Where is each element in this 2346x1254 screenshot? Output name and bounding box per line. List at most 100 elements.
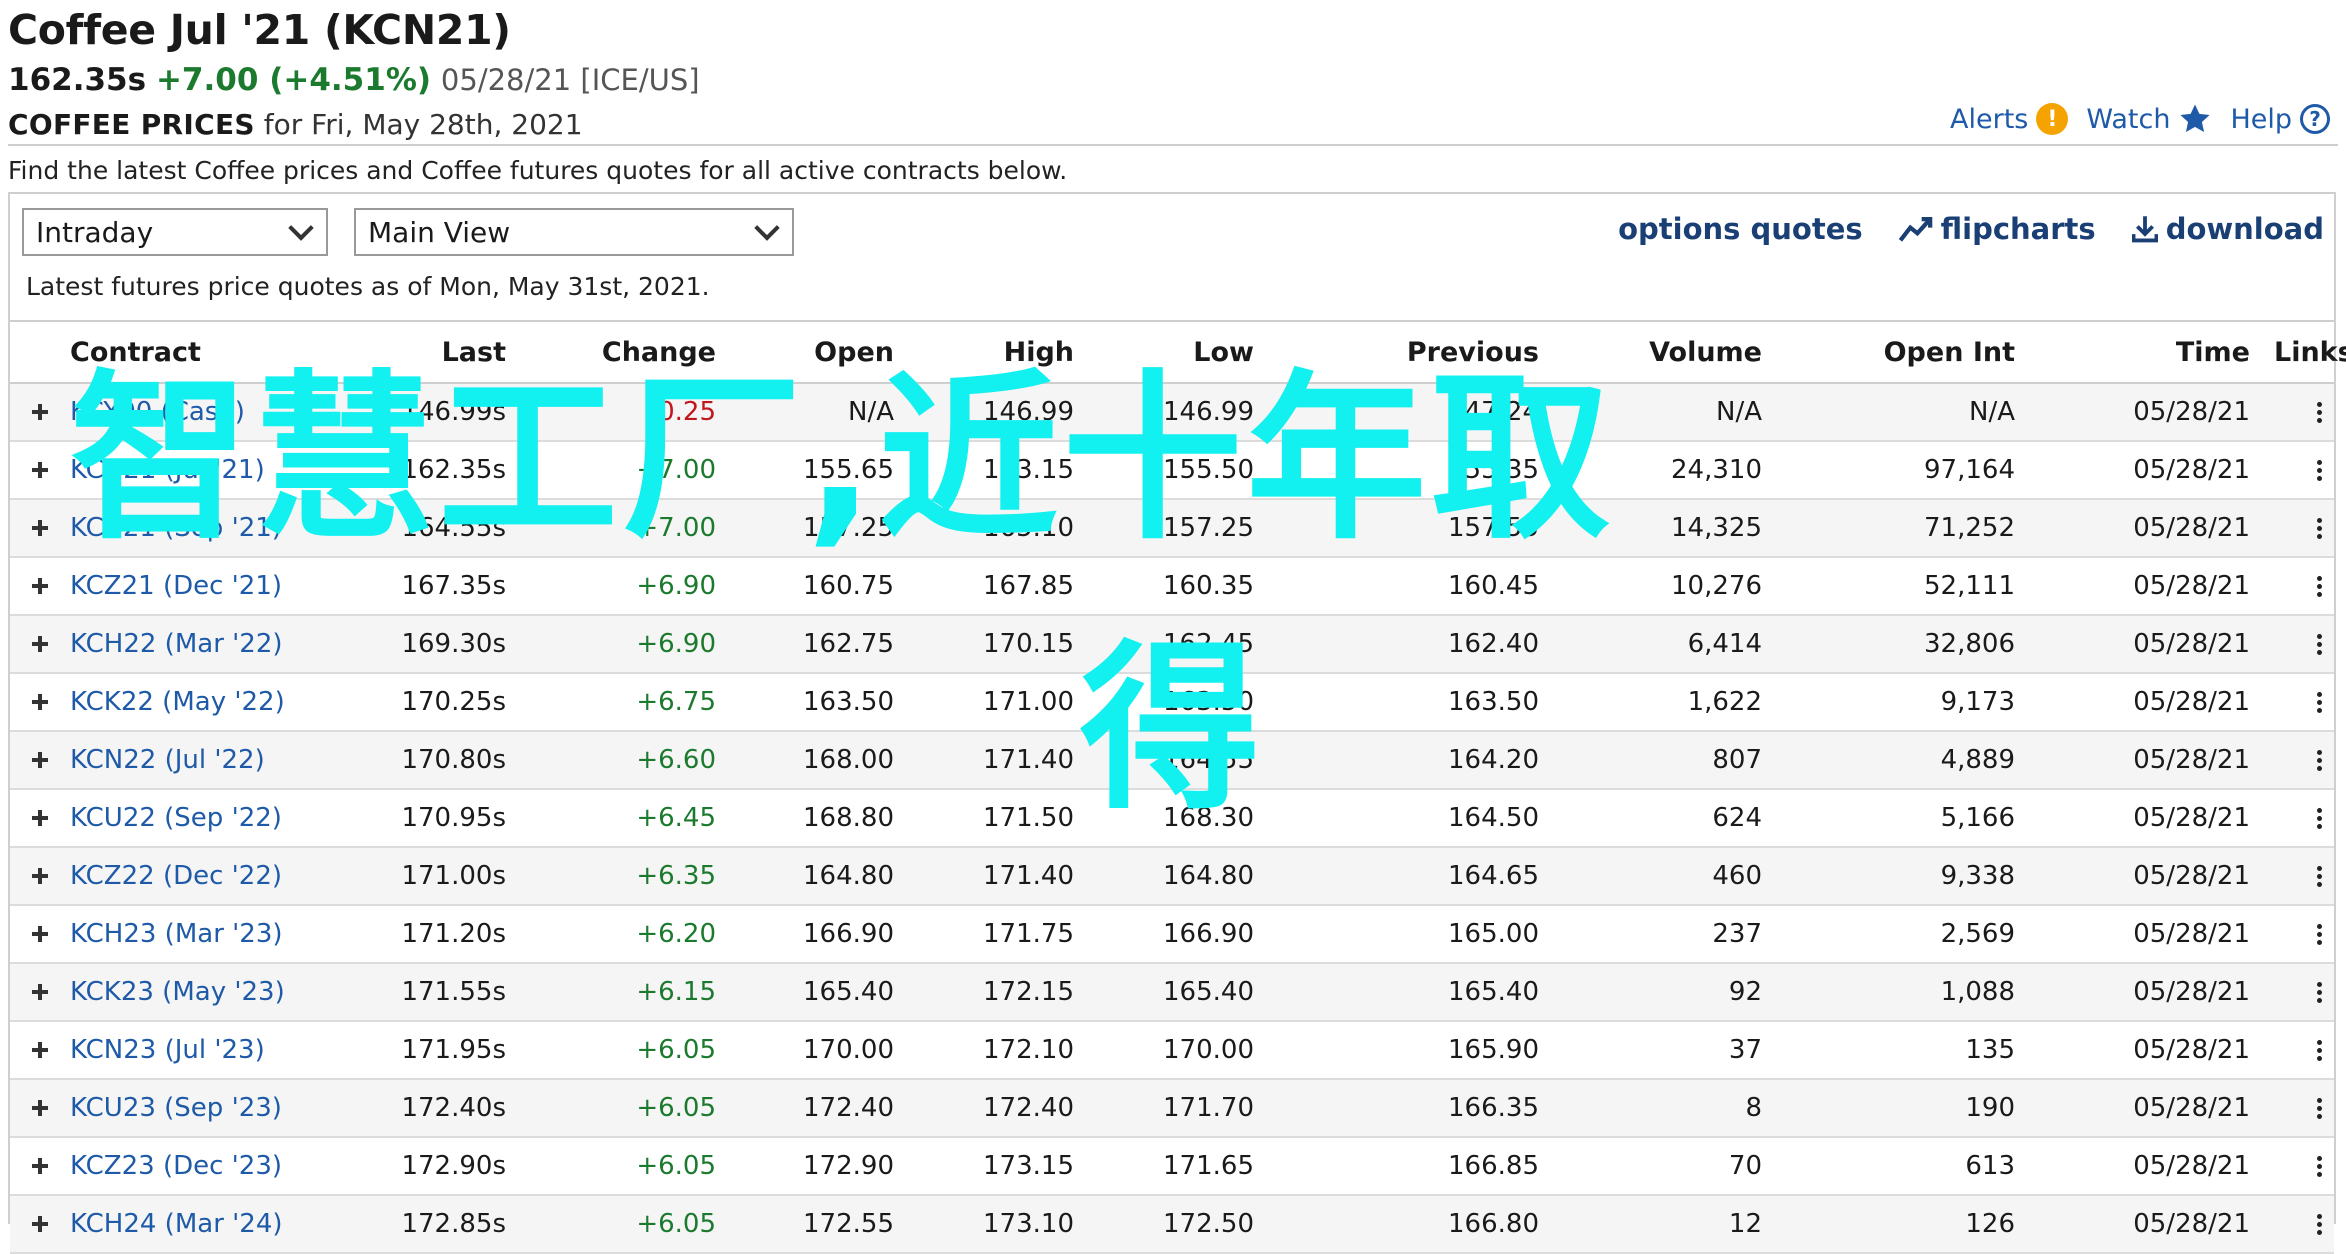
col-header-open[interactable]: Open — [728, 320, 906, 384]
expand-row-button[interactable] — [10, 499, 70, 558]
table-row: KCN23 (Jul '23) 171.95s +6.05 170.00 172.10 1… — [10, 1021, 2334, 1080]
row-menu-button[interactable] — [2262, 557, 2334, 616]
cell-contract[interactable]: KCH24 (Mar '24) — [70, 1195, 358, 1254]
cell-change: +6.20 — [518, 905, 728, 964]
table-row: KCH23 (Mar '23) 171.20s +6.20 166.90 171.75 1… — [10, 905, 2334, 964]
col-header-high[interactable]: High — [906, 320, 1086, 384]
cell-high: 171.40 — [906, 731, 1086, 790]
col-header-previous[interactable]: Previous — [1266, 320, 1551, 384]
expand-row-button[interactable] — [10, 1137, 70, 1196]
period-select[interactable]: Intraday — [22, 208, 328, 256]
row-menu-button[interactable] — [2262, 615, 2334, 674]
flipcharts-link[interactable]: flipcharts — [1898, 212, 2096, 246]
cell-previous: 166.85 — [1266, 1137, 1551, 1196]
cell-previous: 166.35 — [1266, 1079, 1551, 1138]
cell-volume: 37 — [1551, 1021, 1774, 1080]
cell-open: 155.65 — [728, 441, 906, 500]
plus-icon — [32, 810, 48, 826]
col-header-change[interactable]: Change — [518, 320, 728, 384]
cell-open-int: 5,166 — [1774, 789, 2027, 848]
header-divider — [8, 144, 2338, 146]
plus-icon — [32, 1100, 48, 1116]
cell-open: 164.80 — [728, 847, 906, 906]
cell-change: +6.90 — [518, 557, 728, 616]
expand-row-button[interactable] — [10, 963, 70, 1022]
col-header-volume[interactable]: Volume — [1551, 320, 1774, 384]
cell-contract[interactable]: KCN22 (Jul '22) — [70, 731, 358, 790]
expand-row-button[interactable] — [10, 905, 70, 964]
cell-high: 163.15 — [906, 441, 1086, 500]
cell-open: 157.25 — [728, 499, 906, 558]
col-header-time[interactable]: Time — [2027, 320, 2262, 384]
expand-row-button[interactable] — [10, 557, 70, 616]
expand-row-button[interactable] — [10, 1195, 70, 1254]
cell-open: 160.75 — [728, 557, 906, 616]
cell-contract[interactable]: KCN21 (Jul '21) — [70, 441, 358, 500]
row-menu-button[interactable] — [2262, 1137, 2334, 1196]
cell-contract[interactable]: KCU22 (Sep '22) — [70, 789, 358, 848]
cell-open-int: 32,806 — [1774, 615, 2027, 674]
help-link[interactable]: Help ? — [2230, 104, 2330, 135]
col-header-low[interactable]: Low — [1086, 320, 1266, 384]
cell-time: 05/28/21 — [2027, 847, 2262, 906]
cell-contract[interactable]: KCK23 (May '23) — [70, 963, 358, 1022]
watch-link[interactable]: Watch — [2086, 102, 2212, 136]
cell-low: 171.65 — [1086, 1137, 1266, 1196]
cell-open-int: 135 — [1774, 1021, 2027, 1080]
expand-row-button[interactable] — [10, 1079, 70, 1138]
expand-row-button[interactable] — [10, 615, 70, 674]
col-expand — [10, 320, 70, 384]
toolbar: options quotes flipcharts download — [1618, 212, 2324, 246]
col-header-last[interactable]: Last — [358, 320, 518, 384]
row-menu-button[interactable] — [2262, 1079, 2334, 1138]
cell-time: 05/28/21 — [2027, 905, 2262, 964]
cell-contract[interactable]: KCZ22 (Dec '22) — [70, 847, 358, 906]
cell-high: 171.75 — [906, 905, 1086, 964]
expand-row-button[interactable] — [10, 847, 70, 906]
cell-low: 164.80 — [1086, 847, 1266, 906]
expand-row-button[interactable] — [10, 441, 70, 500]
options-quotes-link[interactable]: options quotes — [1618, 212, 1863, 246]
plus-icon — [32, 578, 48, 594]
expand-row-button[interactable] — [10, 383, 70, 442]
cell-contract[interactable]: KCH22 (Mar '22) — [70, 615, 358, 674]
row-menu-button[interactable] — [2262, 847, 2334, 906]
cell-last: 167.35s — [358, 557, 518, 616]
row-menu-button[interactable] — [2262, 731, 2334, 790]
view-select[interactable]: Main View — [354, 208, 794, 256]
cell-low: 160.35 — [1086, 557, 1266, 616]
expand-row-button[interactable] — [10, 789, 70, 848]
cell-contract[interactable]: KCU23 (Sep '23) — [70, 1079, 358, 1138]
cell-last: 169.30s — [358, 615, 518, 674]
row-menu-button[interactable] — [2262, 499, 2334, 558]
cell-last: 162.35s — [358, 441, 518, 500]
expand-row-button[interactable] — [10, 673, 70, 732]
cell-contract[interactable]: KCH23 (Mar '23) — [70, 905, 358, 964]
row-menu-button[interactable] — [2262, 905, 2334, 964]
cell-contract[interactable]: KCZ23 (Dec '23) — [70, 1137, 358, 1196]
row-menu-button[interactable] — [2262, 1021, 2334, 1080]
row-menu-button[interactable] — [2262, 441, 2334, 500]
cell-open: N/A — [728, 383, 906, 442]
cell-contract[interactable]: KCN23 (Jul '23) — [70, 1021, 358, 1080]
row-menu-button[interactable] — [2262, 963, 2334, 1022]
alerts-link[interactable]: Alerts ! — [1950, 103, 2069, 135]
cell-last: 170.95s — [358, 789, 518, 848]
cell-contract[interactable]: KCY00 (Cash) — [70, 383, 358, 442]
cell-open-int: 2,569 — [1774, 905, 2027, 964]
cell-volume: 1,622 — [1551, 673, 1774, 732]
col-header-contract[interactable]: Contract — [70, 320, 358, 384]
cell-open-int: 613 — [1774, 1137, 2027, 1196]
row-menu-button[interactable] — [2262, 673, 2334, 732]
cell-contract[interactable]: KCZ21 (Dec '21) — [70, 557, 358, 616]
cell-contract[interactable]: KCK22 (May '22) — [70, 673, 358, 732]
download-link[interactable]: download — [2131, 212, 2324, 246]
row-menu-button[interactable] — [2262, 383, 2334, 442]
row-menu-button[interactable] — [2262, 789, 2334, 848]
kebab-menu-icon — [2317, 518, 2322, 539]
cell-contract[interactable]: KCU21 (Sep '21) — [70, 499, 358, 558]
row-menu-button[interactable] — [2262, 1195, 2334, 1254]
expand-row-button[interactable] — [10, 731, 70, 790]
expand-row-button[interactable] — [10, 1021, 70, 1080]
col-header-open-int[interactable]: Open Int — [1774, 320, 2027, 384]
